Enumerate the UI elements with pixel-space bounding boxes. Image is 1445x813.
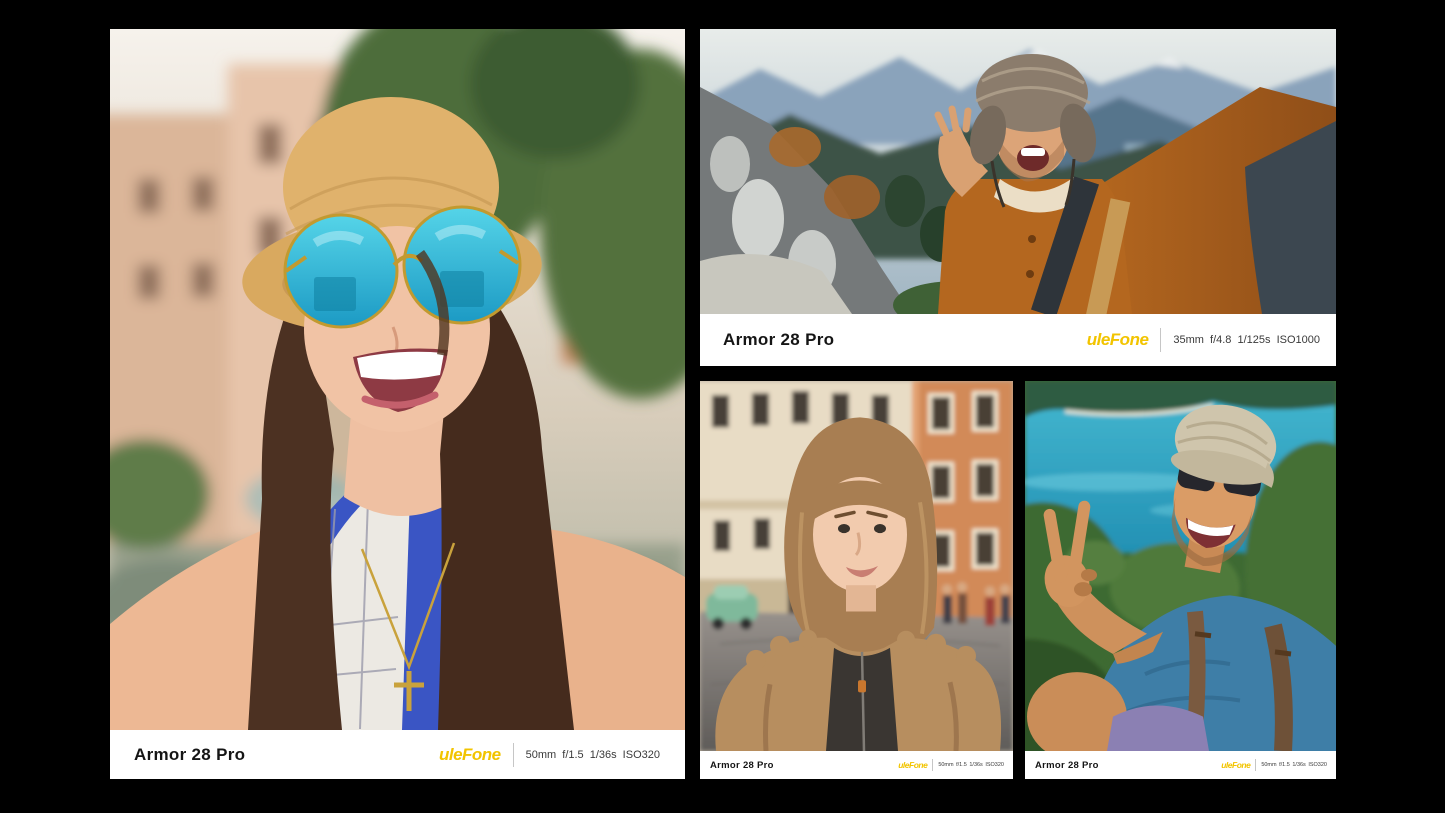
photo-illustration-man-bay	[1025, 381, 1336, 751]
photo-woman-city-selfie	[110, 29, 685, 730]
photo-illustration-woman-street	[700, 381, 1013, 751]
photo-collage-canvas: Armor 28 Pro uleFone 50mm f/1.5 1/36s IS…	[0, 0, 1445, 813]
exif-info: 50mm f/1.5 1/36s ISO320	[526, 749, 660, 761]
photo-woman-street-selfie	[700, 381, 1013, 751]
caption-bar: Armor 28 Pro uleFone 50mm f/1.5 1/36s IS…	[110, 730, 685, 779]
model-name: Armor 28 Pro	[1035, 760, 1099, 771]
caption-bar: Armor 28 Pro uleFone 50mm f/1.5 1/36s IS…	[700, 751, 1013, 779]
caption-bar: Armor 28 Pro uleFone 35mm f/4.8 1/125s I…	[700, 314, 1336, 366]
photo-man-bay-selfie	[1025, 381, 1336, 751]
exif-info: 50mm f/1.5 1/36s ISO320	[1261, 762, 1327, 768]
ulefone-logo: uleFone	[1221, 760, 1250, 770]
divider	[1255, 759, 1256, 771]
model-name: Armor 28 Pro	[710, 760, 774, 771]
divider	[1160, 328, 1161, 352]
caption-bar: Armor 28 Pro uleFone 50mm f/1.5 1/36s IS…	[1025, 751, 1336, 779]
photo-card-man-bay: Armor 28 Pro uleFone 50mm f/1.5 1/36s IS…	[1025, 381, 1336, 779]
exif-info: 50mm f/1.5 1/36s ISO320	[938, 762, 1004, 768]
exif-info: 35mm f/4.8 1/125s ISO1000	[1173, 334, 1320, 346]
divider	[932, 759, 933, 771]
photo-man-mountain-selfie	[700, 29, 1336, 314]
photo-illustration-woman-city	[110, 29, 685, 730]
photo-card-man-mountain: Armor 28 Pro uleFone 35mm f/4.8 1/125s I…	[700, 29, 1336, 366]
ulefone-logo: uleFone	[898, 760, 927, 770]
model-name: Armor 28 Pro	[723, 330, 834, 350]
photo-illustration-man-mountain	[700, 29, 1336, 314]
photo-card-woman-street: Armor 28 Pro uleFone 50mm f/1.5 1/36s IS…	[700, 381, 1013, 779]
photo-card-woman-city: Armor 28 Pro uleFone 50mm f/1.5 1/36s IS…	[110, 29, 685, 779]
ulefone-logo: uleFone	[439, 745, 501, 765]
divider	[513, 743, 514, 767]
model-name: Armor 28 Pro	[134, 745, 245, 765]
ulefone-logo: uleFone	[1087, 330, 1149, 350]
